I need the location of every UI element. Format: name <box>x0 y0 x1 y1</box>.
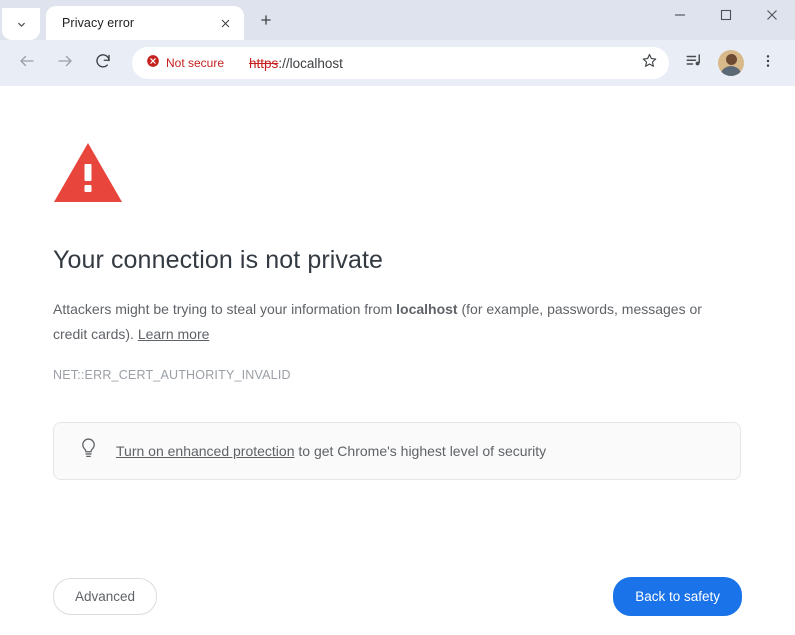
media-control-icon <box>685 52 703 75</box>
error-code: NET::ERR_CERT_AUTHORITY_INVALID <box>53 368 291 382</box>
tab-privacy-error[interactable]: Privacy error <box>46 6 244 40</box>
close-window-button[interactable] <box>749 0 795 33</box>
action-buttons: Advanced Back to safety <box>53 577 742 616</box>
enhanced-protection-box[interactable]: Turn on enhanced protection to get Chrom… <box>53 422 741 480</box>
back-button[interactable] <box>12 48 42 78</box>
tab-strip: Privacy error <box>0 0 795 40</box>
address-bar[interactable]: Not secure https://localhost <box>132 47 669 79</box>
minimize-button[interactable] <box>657 0 703 33</box>
new-tab-button[interactable] <box>251 7 281 37</box>
advanced-button[interactable]: Advanced <box>53 578 158 615</box>
not-secure-icon <box>146 54 160 73</box>
url-rest: ://localhost <box>278 55 343 71</box>
page-content: Your connection is not private Attackers… <box>0 86 795 635</box>
back-to-safety-button[interactable]: Back to safety <box>613 577 742 616</box>
browser-toolbar: Not secure https://localhost <box>0 40 795 86</box>
url-scheme: https <box>249 55 279 71</box>
back-arrow-icon <box>18 52 36 75</box>
warning-triangle-icon <box>53 141 743 208</box>
forward-button[interactable] <box>50 48 80 78</box>
maximize-button[interactable] <box>703 0 749 33</box>
lightbulb-icon <box>78 437 99 465</box>
media-control-button[interactable] <box>679 48 709 78</box>
learn-more-link[interactable]: Learn more <box>138 326 210 342</box>
maximize-icon <box>720 8 732 26</box>
error-description: Attackers might be trying to steal your … <box>53 297 718 347</box>
bookmark-button[interactable] <box>635 49 663 77</box>
avatar[interactable] <box>718 50 744 76</box>
tab-search-button[interactable] <box>2 8 40 40</box>
avatar-body <box>720 66 742 76</box>
chevron-down-icon <box>15 18 28 31</box>
not-secure-label: Not secure <box>166 56 225 70</box>
plus-icon <box>259 13 273 32</box>
turn-on-enhanced-protection-link[interactable]: Turn on enhanced protection <box>116 443 295 459</box>
window-controls <box>657 0 795 40</box>
browser-menu-button[interactable] <box>753 48 783 78</box>
reload-button[interactable] <box>88 48 118 78</box>
star-icon <box>641 52 658 74</box>
tab-title: Privacy error <box>62 16 135 30</box>
enhanced-protection-text: Turn on enhanced protection to get Chrom… <box>116 441 546 461</box>
three-dot-menu-icon <box>760 53 776 74</box>
avatar-face <box>725 54 737 65</box>
url-text: https://localhost <box>249 56 631 71</box>
enhanced-protection-suffix: to get Chrome's highest level of securit… <box>294 443 547 459</box>
browser-window: Privacy error Not secure https://localho… <box>0 0 795 635</box>
reload-icon <box>94 52 112 75</box>
error-content: Your connection is not private Attackers… <box>53 141 743 480</box>
site-security-badge[interactable]: Not secure <box>140 52 232 75</box>
tab-close-button[interactable] <box>214 12 236 34</box>
close-icon <box>766 8 778 26</box>
error-hostname: localhost <box>396 301 458 317</box>
minimize-icon <box>674 8 686 26</box>
forward-arrow-icon <box>56 52 74 75</box>
error-description-part1: Attackers might be trying to steal your … <box>53 301 397 317</box>
page-title: Your connection is not private <box>53 246 384 274</box>
